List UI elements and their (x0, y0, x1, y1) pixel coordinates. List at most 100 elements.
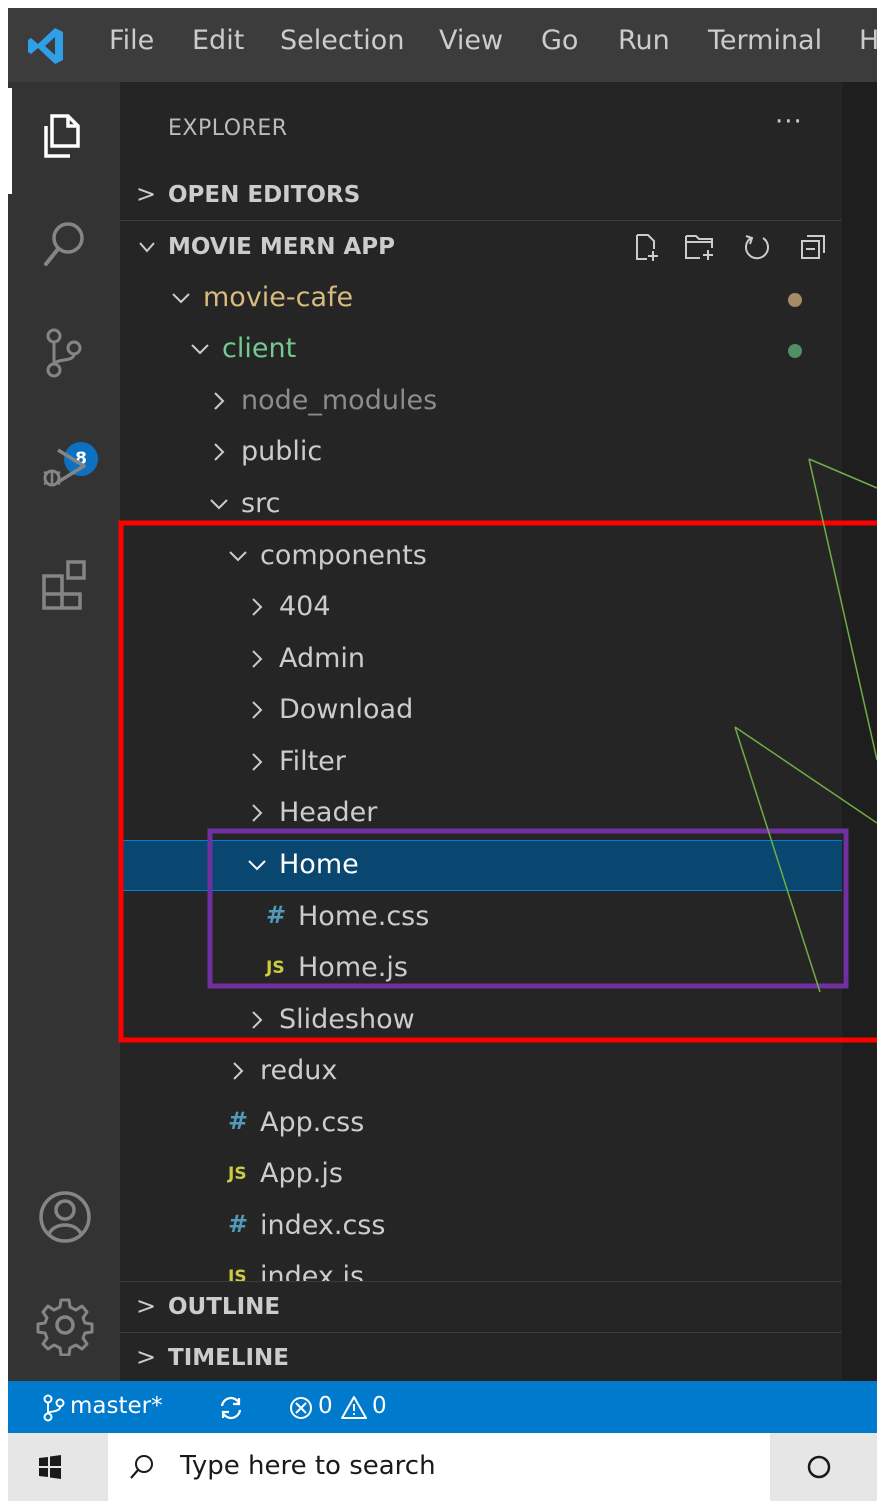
tree-folder[interactable]: Slideshow (120, 996, 842, 1047)
windows-taskbar: Type here to search (8, 1433, 877, 1501)
css-file-icon: # (228, 1210, 249, 1238)
source-control-icon[interactable] (34, 322, 96, 384)
chevron-down-icon (248, 860, 266, 871)
windows-start-icon[interactable] (38, 1455, 62, 1479)
chevron-right-icon (252, 1011, 263, 1029)
outline-label: OUTLINE (168, 1294, 281, 1320)
chevron-right-icon (214, 392, 225, 410)
git-status-dot (788, 344, 802, 358)
tree-folder[interactable]: 404 (120, 583, 842, 634)
tree-item-label: index.css (260, 1210, 386, 1241)
error-count[interactable]: 0 (318, 1393, 333, 1419)
chevron-down-icon (229, 551, 247, 562)
tree-file[interactable]: # index.css (120, 1202, 842, 1253)
tree-item-label: Header (279, 797, 378, 828)
tree-folder[interactable]: redux (120, 1047, 842, 1098)
menu-help[interactable]: H (859, 25, 877, 56)
tree-item-label: src (241, 488, 281, 519)
tree-item-label: client (222, 333, 297, 364)
tree-item-label: public (241, 436, 323, 467)
tree-folder[interactable]: components (120, 532, 842, 583)
tree-file[interactable]: JS Home.js (120, 944, 842, 995)
timeline-label: TIMELINE (168, 1345, 290, 1371)
chevron-down-icon (172, 293, 190, 304)
accounts-icon[interactable] (34, 1186, 96, 1248)
css-file-icon: # (228, 1107, 249, 1135)
tree-item-label: Admin (279, 643, 366, 674)
tree-item-label: Home.js (298, 952, 408, 983)
editor-area[interactable] (842, 82, 877, 1381)
error-icon (290, 1397, 312, 1419)
tree-file[interactable]: JS index.js (120, 1253, 842, 1281)
chevron-right-icon (214, 443, 225, 461)
tree-item-label: movie-cafe (203, 282, 354, 313)
chevron-right-icon (233, 1062, 244, 1080)
js-file-icon: JS (228, 1267, 247, 1281)
tree-folder[interactable]: Header (120, 789, 842, 840)
menu-view[interactable]: View (439, 25, 503, 56)
search-icon (130, 1455, 153, 1479)
search-placeholder: Type here to search (180, 1451, 436, 1481)
menu-go[interactable]: Go (541, 25, 578, 56)
css-file-icon: # (266, 901, 287, 929)
vscode-window: File Edit Selection View Go Run Terminal… (8, 8, 877, 1501)
manage-gear-icon[interactable] (34, 1294, 96, 1356)
tree-item-label: 404 (279, 591, 331, 622)
tree-folder[interactable]: Download (120, 686, 842, 737)
taskbar-search-box[interactable]: Type here to search (108, 1433, 770, 1501)
chevron-down-icon (191, 344, 209, 355)
menu-edit[interactable]: Edit (192, 25, 244, 56)
tree-item-label: components (260, 540, 427, 571)
tree-file[interactable]: # Home.css (120, 893, 842, 944)
chevron-right-icon (252, 650, 263, 668)
chevron-right-icon: > (136, 1292, 157, 1320)
tree-item-label: index.js (260, 1261, 365, 1281)
tree-item-label: App.js (260, 1158, 343, 1189)
tree-item-label: Home (279, 849, 359, 880)
explorer-panel: EXPLORER ··· > OPEN EDITORS MOVIE MERN A… (120, 82, 842, 1381)
chevron-right-icon (252, 598, 263, 616)
chevron-right-icon (252, 701, 263, 719)
extensions-icon[interactable] (34, 552, 96, 614)
menu-bar: File Edit Selection View Go Run Terminal… (8, 8, 877, 82)
file-tree: movie-cafe client node_modulespublic src com… (120, 82, 842, 1281)
menu-run[interactable]: Run (618, 25, 670, 56)
search-icon[interactable] (34, 214, 96, 276)
menu-file[interactable]: File (109, 25, 154, 56)
run-debug-icon[interactable] (34, 436, 96, 498)
tree-item-label: App.css (260, 1107, 365, 1138)
tree-item-label: Download (279, 694, 414, 725)
tree-folder[interactable]: client (120, 325, 842, 376)
tree-folder[interactable]: src (120, 480, 842, 531)
tree-folder[interactable]: Admin (120, 635, 842, 686)
tree-file[interactable]: # App.css (120, 1099, 842, 1150)
branch-name[interactable]: master* (70, 1393, 163, 1419)
tree-file[interactable]: JS App.js (120, 1150, 842, 1201)
activity-bar: 8 (8, 82, 120, 1381)
tree-folder[interactable]: node_modules (120, 377, 842, 428)
active-indicator (8, 88, 12, 194)
tree-item-label: Home.css (298, 901, 430, 932)
tree-item-label: redux (260, 1055, 338, 1086)
explorer-icon[interactable] (34, 106, 96, 168)
js-file-icon: JS (228, 1164, 247, 1184)
tree-folder[interactable]: Filter (120, 738, 842, 789)
tree-folder[interactable]: movie-cafe (120, 274, 842, 325)
timeline-section[interactable]: > TIMELINE (120, 1333, 842, 1383)
cortana-icon[interactable] (806, 1454, 832, 1480)
js-file-icon: JS (266, 958, 285, 978)
sync-icon[interactable] (218, 1395, 244, 1421)
menu-terminal[interactable]: Terminal (708, 25, 822, 56)
outline-section[interactable]: > OUTLINE (120, 1282, 842, 1332)
chevron-right-icon: > (136, 1343, 157, 1371)
vscode-logo-icon (28, 28, 63, 64)
git-branch-icon[interactable] (42, 1394, 66, 1422)
warning-icon (341, 1396, 367, 1419)
chevron-right-icon (252, 753, 263, 771)
chevron-down-icon (210, 499, 228, 510)
warning-count[interactable]: 0 (372, 1393, 387, 1419)
tree-folder[interactable]: Home (120, 840, 842, 891)
tree-folder[interactable]: public (120, 428, 842, 479)
menu-selection[interactable]: Selection (280, 25, 404, 56)
tree-item-label: Slideshow (279, 1004, 415, 1035)
